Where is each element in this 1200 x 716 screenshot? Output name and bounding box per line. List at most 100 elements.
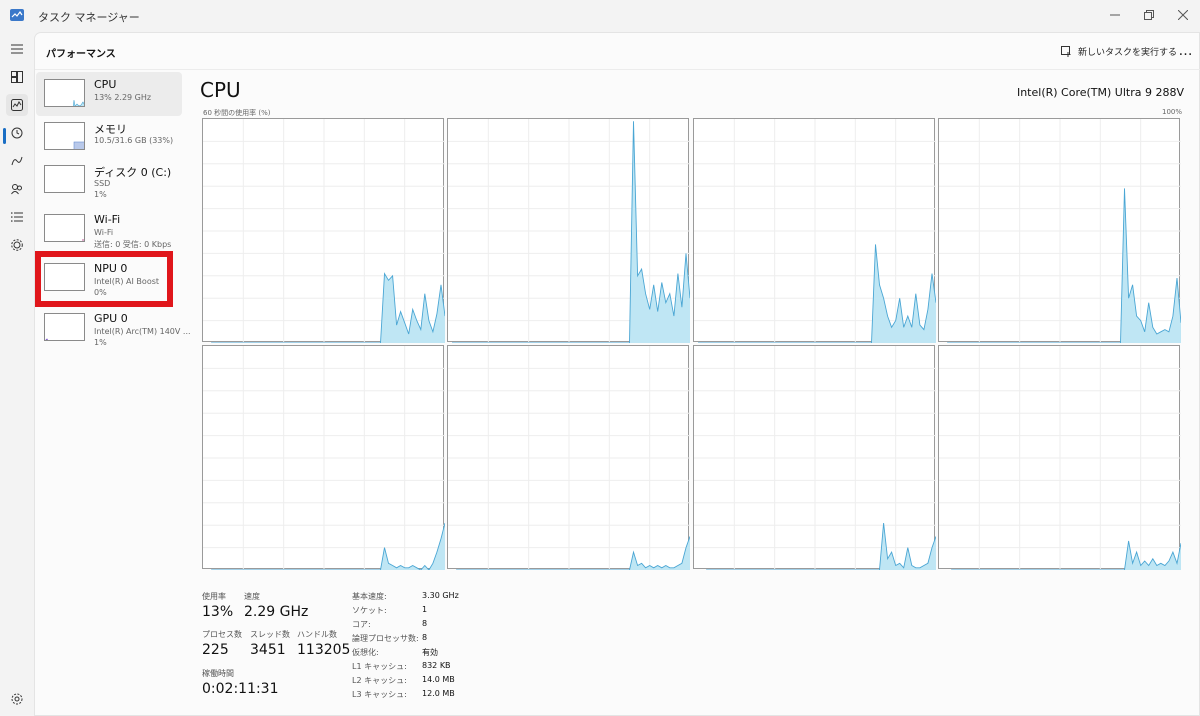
core-graph-1: [447, 118, 690, 343]
spec-label: ソケット:: [352, 606, 387, 615]
usage-area: [211, 273, 445, 343]
nav-users[interactable]: [6, 178, 28, 200]
resource-name: GPU 0: [94, 312, 128, 325]
nav-details[interactable]: [6, 206, 28, 228]
performance-icon: [11, 99, 23, 111]
restore-icon: [1144, 10, 1154, 20]
resource-item-disk[interactable]: ディスク 0 (C:) SSD 1%: [36, 158, 182, 202]
nav-startup[interactable]: [6, 150, 28, 172]
usage-area: [211, 523, 445, 570]
usage-label: 使用率: [202, 592, 226, 601]
gpu-thumbnail: [44, 313, 85, 341]
spec-value: 12.0 MB: [422, 689, 455, 698]
nav-settings[interactable]: [6, 688, 28, 710]
core-graph-7: [938, 345, 1181, 570]
spec-value: 有効: [422, 648, 438, 657]
title-bar: タスク マネージャー: [0, 0, 1200, 32]
minimize-button[interactable]: [1098, 0, 1132, 30]
resource-name: メモリ: [94, 123, 127, 136]
usage-line: [456, 536, 690, 570]
axis-label: 60 秒間の使用率 (%): [203, 109, 271, 117]
spec-value: 8: [422, 619, 428, 628]
users-icon: [11, 184, 22, 195]
uptime-value: 0:02:11:31: [202, 681, 279, 697]
threads-label: スレッド数: [250, 630, 290, 639]
processes-value: 225: [202, 642, 229, 658]
resource-detail: 10.5/31.6 GB (33%): [94, 136, 174, 145]
core-graph-5: [447, 345, 690, 570]
speed-value: 2.29 GHz: [244, 604, 309, 620]
spec-value: 3.30 GHz: [422, 591, 459, 600]
spec-label: 仮想化:: [352, 648, 379, 657]
hamburger-icon: [11, 44, 23, 54]
core-graph-2: [693, 118, 936, 343]
threads-value: 3451: [250, 642, 286, 658]
memory-thumbnail: [44, 122, 85, 150]
usage-line: [211, 522, 445, 570]
hamburger-button[interactable]: [6, 38, 28, 60]
task-manager-icon: [10, 9, 24, 21]
nav-app-history[interactable]: [6, 122, 28, 144]
nav-performance[interactable]: [6, 94, 28, 116]
spec-value: 1: [422, 605, 428, 614]
more-icon: …: [1178, 43, 1194, 59]
resource-item-wifi[interactable]: Wi-Fi Wi-Fi 送信: 0 受信: 0 Kbps: [36, 207, 182, 251]
window-title: タスク マネージャー: [38, 11, 140, 24]
spec-label: 基本速度:: [352, 592, 387, 601]
page-header: パフォーマンス 新しいタスクを実行する …: [35, 33, 1200, 70]
usage-line: [947, 188, 1181, 343]
run-task-label: 新しいタスクを実行する: [1078, 47, 1178, 58]
settings-icon: [11, 693, 23, 705]
usage-value: 13%: [202, 604, 234, 620]
cpu-title: CPU: [200, 78, 241, 102]
resource-detail-2: 1%: [94, 190, 107, 199]
resource-detail: Wi-Fi: [94, 228, 114, 237]
resource-name: Wi-Fi: [94, 213, 121, 226]
resource-item-memory[interactable]: メモリ 10.5/31.6 GB (33%): [36, 115, 182, 159]
core-graph-6: [693, 345, 936, 570]
resource-item-gpu[interactable]: GPU 0 Intel(R) Arc(TM) 140V ... 1%: [36, 306, 191, 350]
spec-value: 8: [422, 633, 428, 642]
core-graph-3: [938, 118, 1181, 343]
nav-processes[interactable]: [6, 66, 28, 88]
minimize-icon: [1110, 14, 1120, 16]
app-history-icon: [11, 127, 23, 139]
resource-detail: 13% 2.29 GHz: [94, 93, 152, 102]
usage-line: [706, 522, 936, 570]
resource-name: ディスク 0 (C:): [94, 166, 172, 179]
resource-name: CPU: [94, 78, 117, 91]
nav-services[interactable]: [6, 234, 28, 256]
wifi-thumbnail: [44, 214, 85, 242]
run-task-icon: [1061, 45, 1071, 57]
usage-area: [706, 523, 936, 570]
startup-icon: [11, 156, 23, 166]
maximize-button[interactable]: [1132, 0, 1166, 30]
usage-area: [698, 244, 936, 343]
cpu-model: Intel(R) Core(TM) Ultra 9 288V: [1016, 86, 1184, 99]
usage-area: [951, 540, 1181, 570]
spec-label: L2 キャッシュ:: [352, 676, 407, 685]
close-button[interactable]: [1166, 0, 1200, 30]
npu-highlight-box: [35, 251, 173, 307]
speed-label: 速度: [244, 592, 260, 601]
disk-thumbnail: [44, 165, 85, 193]
services-icon: [11, 239, 23, 251]
resource-detail-2: 送信: 0 受信: 0 Kbps: [94, 240, 172, 249]
axis-max-label: 100%: [1161, 108, 1182, 116]
core-graph-0: [202, 118, 445, 343]
resource-detail-2: 1%: [94, 338, 107, 347]
processes-label: プロセス数: [202, 630, 242, 639]
usage-area: [452, 121, 690, 343]
core-graph-4: [202, 345, 445, 570]
spec-value: 14.0 MB: [422, 675, 455, 684]
spec-value: 832 KB: [422, 661, 451, 670]
more-options-button[interactable]: …: [1175, 41, 1197, 61]
uptime-label: 稼働時間: [202, 669, 234, 678]
resource-detail: Intel(R) Arc(TM) 140V ...: [94, 327, 191, 336]
details-icon: [11, 212, 23, 222]
close-icon: [1178, 10, 1188, 20]
handles-value: 113205: [297, 642, 351, 658]
resource-detail: SSD: [94, 179, 111, 188]
resource-item-cpu[interactable]: CPU 13% 2.29 GHz: [36, 72, 182, 116]
run-new-task-button[interactable]: 新しいタスクを実行する: [1061, 41, 1177, 61]
